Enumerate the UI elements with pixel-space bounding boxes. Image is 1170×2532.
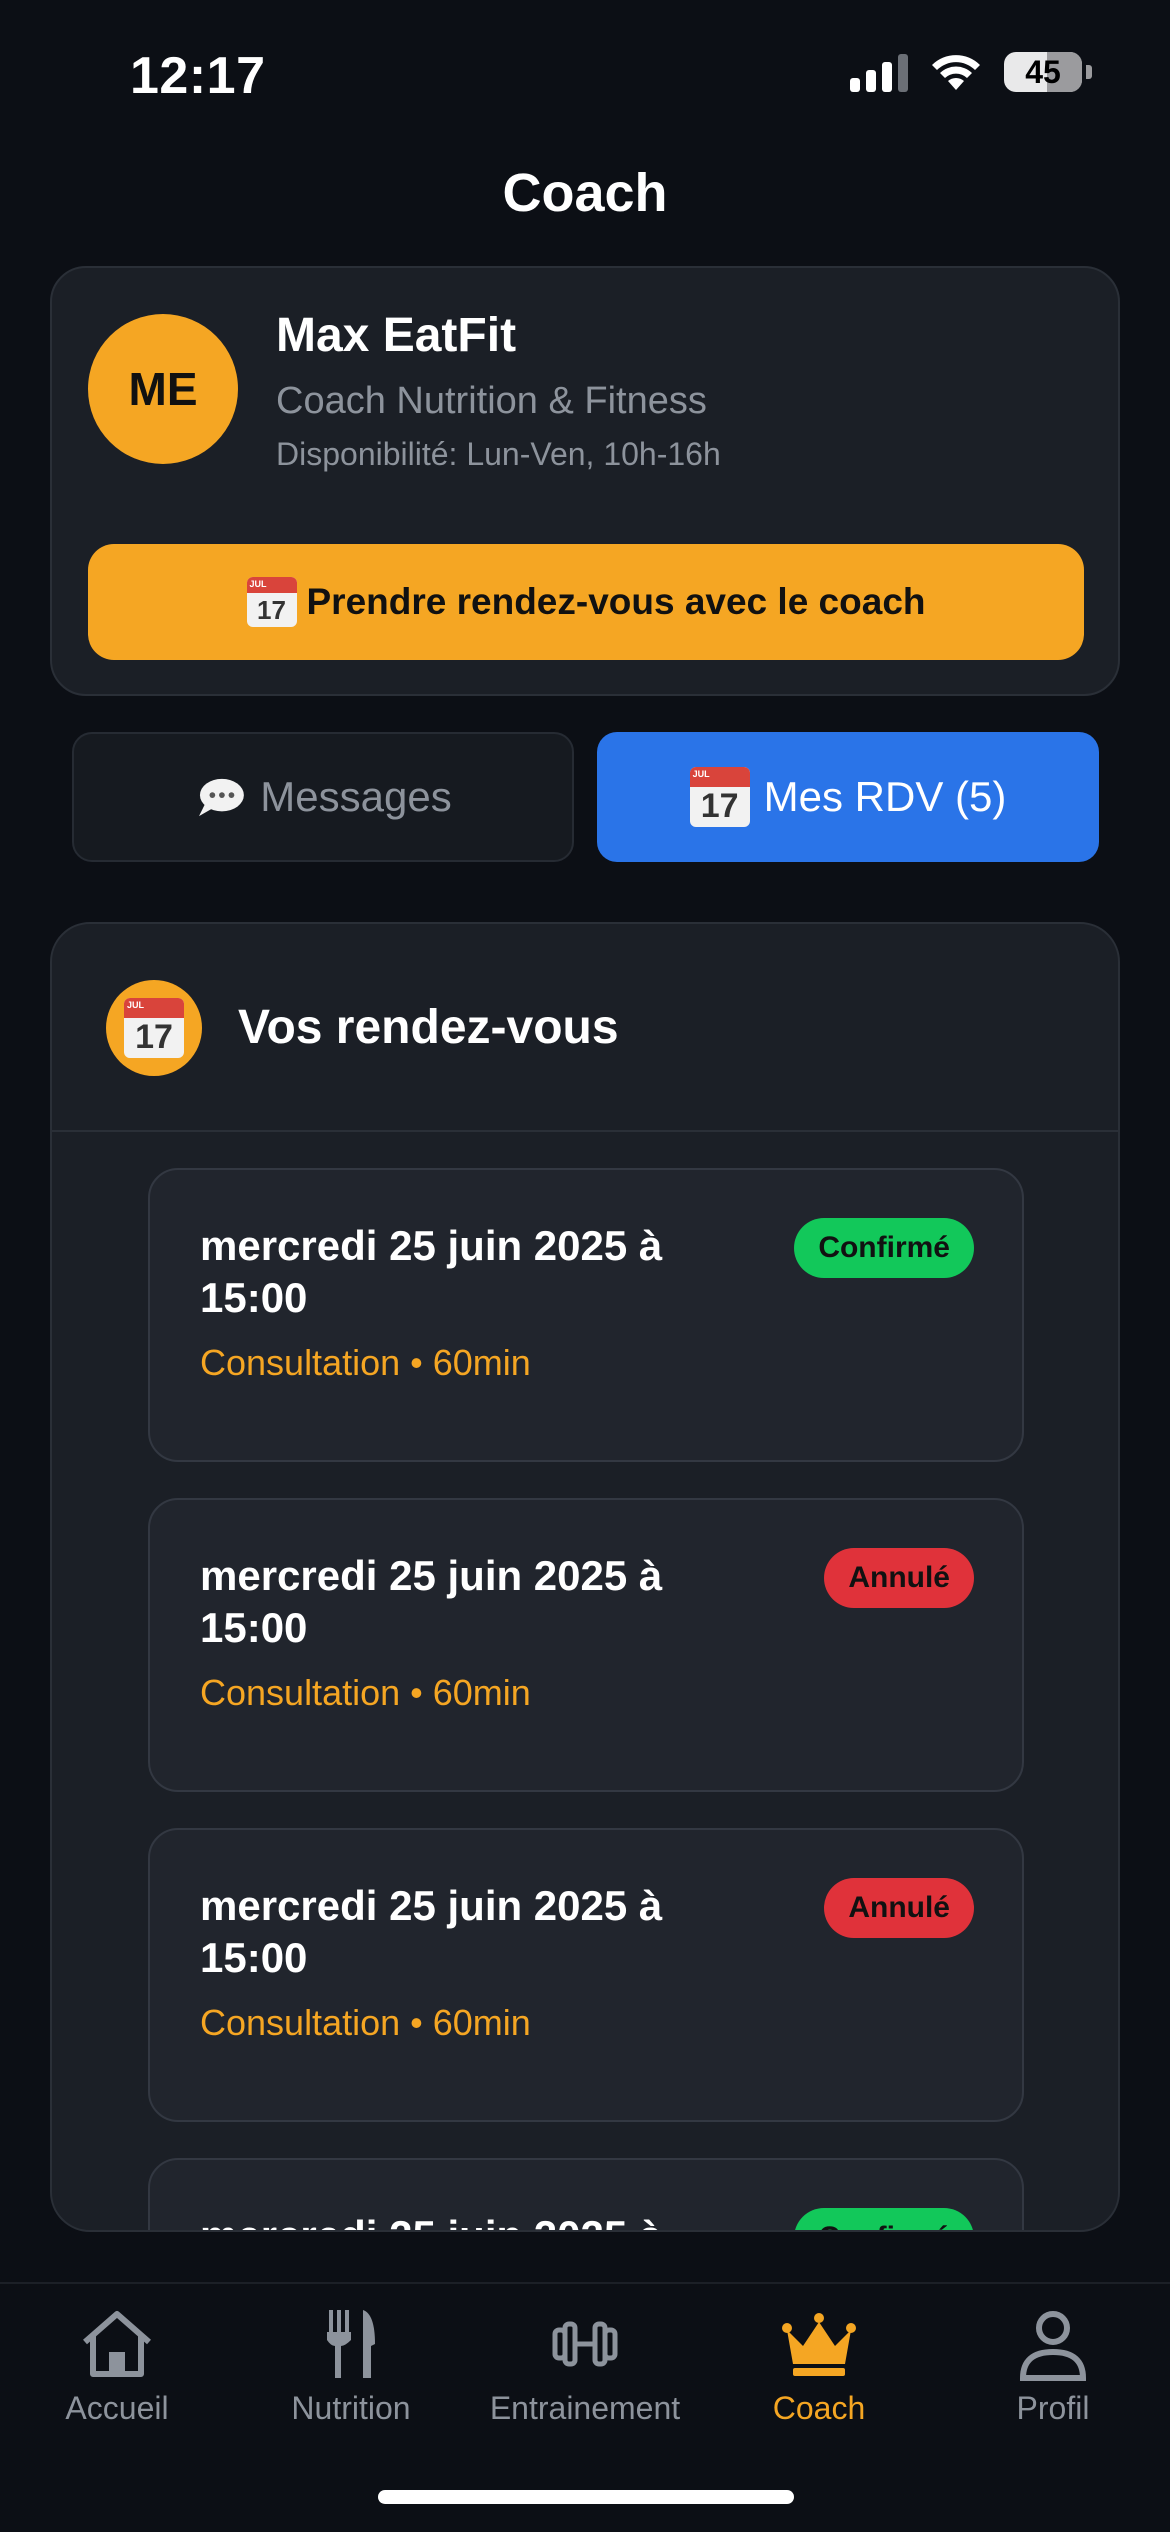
appointments-title: Vos rendez-vous [238,1001,619,1054]
status-badge: Annulé [824,1548,974,1608]
book-appointment-label: Prendre rendez-vous avec le coach [306,581,926,622]
nav-item-nutrition[interactable]: Nutrition [234,2304,468,2427]
nav-label: Coach [772,2390,866,2426]
appointment-date: mercredi 25 juin 2025 à 15:00 [200,1552,663,1651]
nav-label: Entrainement [489,2390,681,2426]
appointment-type: Consultation • 60min [200,2002,531,2043]
battery-tip [1086,65,1092,79]
battery-icon: 45 [1004,52,1082,92]
wifi-icon [932,55,980,90]
appointment-date: mercredi 25 juin 2025 à 15:00 [200,1222,663,1321]
nav-label: Nutrition [291,2390,411,2426]
nav-item-coach[interactable]: Coach [702,2304,936,2427]
page-title: Coach [502,163,668,223]
appointment-card[interactable]: mercredi 25 juin 2025 à 15:00 Consultati… [148,1168,1024,1462]
person-icon [1019,2311,1087,2381]
cellular-signal-icon [850,52,908,92]
status-bar: 12:17 45 [0,0,1170,150]
coach-role: Coach Nutrition & Fitness [276,380,707,422]
battery-level: 45 [1025,53,1061,90]
nav-label: Accueil [65,2390,169,2426]
status-badge: Confirmé [794,1218,974,1278]
crown-icon [782,2313,856,2376]
status-badge: Confirmé [794,2208,974,2230]
coach-profile-card: ME Max EatFit Coach Nutrition & Fitness … [50,266,1120,696]
appointment-date: mercredi 25 juin 2025 à 15:00 [200,1882,663,1981]
home-icon [83,2311,151,2377]
coach-name: Max EatFit [276,309,517,362]
appointment-date: mercredi 25 juin 2025 à [200,2210,760,2230]
dumbbell-icon [552,2321,618,2367]
tab-appointments-label: Mes RDV (5) [763,773,1007,820]
nav-item-entrainement[interactable]: Entrainement [468,2304,702,2427]
appointment-card[interactable]: mercredi 25 juin 2025 à 15:00 Consultati… [148,1498,1024,1792]
tab-appointments[interactable]: 17 Mes RDV (5) [597,732,1099,862]
nav-label: Profil [1016,2390,1090,2426]
nav-item-accueil[interactable]: Accueil [0,2304,234,2427]
coach-availability: Disponibilité: Lun-Ven, 10h-16h [276,436,721,472]
appointments-panel[interactable]: 17 Vos rendez-vous mercredi 25 juin 2025… [50,922,1120,2232]
calendar-icon: 17 [106,980,202,1076]
calendar-icon: 17 [689,767,750,827]
status-time: 12:17 [130,47,266,105]
coach-screen: 12:17 45 Coach ME Max EatFit Coach Nutri… [0,0,1170,2532]
appointment-card[interactable]: mercredi 25 juin 2025 à Confirmé [148,2158,1024,2230]
tab-messages[interactable]: Messages [72,732,574,862]
status-badge: Annulé [824,1878,974,1938]
home-indicator[interactable] [378,2490,794,2504]
avatar: ME [88,314,238,464]
tab-messages-label: Messages [260,773,452,820]
nav-item-profil[interactable]: Profil [936,2304,1170,2427]
status-icons: 45 [850,52,1092,92]
appointment-type: Consultation • 60min [200,1342,531,1383]
book-appointment-button[interactable]: 17 Prendre rendez-vous avec le coach [88,544,1084,660]
appointment-type: Consultation • 60min [200,1672,531,1713]
calendar-icon: 17 [246,577,297,627]
speech-bubble-icon [199,778,245,817]
appointment-card[interactable]: mercredi 25 juin 2025 à 15:00 Consultati… [148,1828,1024,2122]
fork-knife-icon [327,2310,375,2378]
appointments-header: 17 Vos rendez-vous [52,924,1118,1132]
